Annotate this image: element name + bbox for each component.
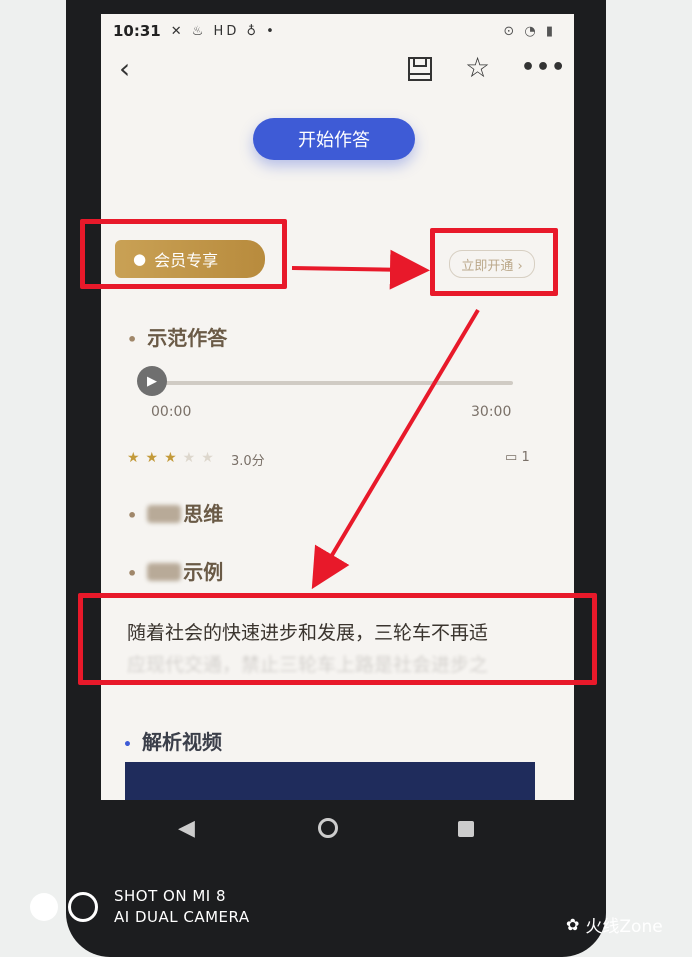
section-demo-answer: • 示范作答: [127, 322, 227, 351]
analysis-video-thumbnail[interactable]: [125, 762, 535, 800]
nav-recents-icon[interactable]: [458, 821, 474, 837]
section-thinking-label: 思维: [183, 502, 224, 526]
section-example: • 示例: [127, 556, 223, 585]
save-icon[interactable]: [407, 56, 433, 82]
nav-back-icon[interactable]: ◀: [178, 816, 195, 841]
status-notification-icons: ✕ ♨ HD ♁ •: [170, 23, 277, 39]
camera-watermark-text: SHOT ON MI 8 AI DUAL CAMERA: [114, 886, 250, 928]
blurred-text: [147, 563, 182, 581]
annotation-box-open-button: [430, 228, 558, 296]
blurred-text: [147, 505, 182, 523]
more-options-icon[interactable]: •••: [521, 54, 566, 82]
section-demo-answer-label: 示范作答: [147, 326, 228, 350]
audio-progress-bar[interactable]: [161, 381, 513, 385]
star-icon: ★★★: [127, 450, 183, 466]
annotation-box-answer-text: [78, 593, 597, 685]
back-icon[interactable]: ‹: [119, 54, 130, 84]
bullet-dot-icon: •: [127, 506, 138, 525]
section-analysis-video-label: 解析视频: [141, 730, 222, 754]
brand-watermark: ✿ 火线Zone: [566, 912, 663, 937]
play-icon[interactable]: ▶: [137, 366, 167, 396]
star-rating: ★★★★★: [127, 450, 220, 466]
nav-home-icon[interactable]: [318, 818, 338, 838]
camera-watermark: SHOT ON MI 8 AI DUAL CAMERA: [30, 886, 250, 928]
wechat-icon: ✿: [566, 915, 580, 934]
comment-icon: ▭: [505, 450, 518, 465]
section-example-label: 示例: [183, 560, 224, 584]
start-answer-button[interactable]: 开始作答: [253, 118, 415, 160]
watermark-line-1: SHOT ON MI 8: [114, 887, 227, 905]
watermark-line-2: AI DUAL CAMERA: [114, 908, 250, 926]
rating-score: 3.0分: [231, 454, 265, 469]
section-analysis-video: • 解析视频: [123, 726, 222, 755]
camera-logo-dot-icon: [30, 893, 58, 921]
status-bar: 10:31 ✕ ♨ HD ♁ • ⊙ ◔ ▮: [101, 14, 574, 48]
bullet-dot-icon: •: [127, 330, 138, 349]
annotation-box-vip-badge: [80, 219, 287, 289]
status-time: 10:31: [113, 22, 161, 40]
section-thinking: • 思维: [127, 498, 223, 527]
bullet-dot-icon: •: [123, 737, 132, 753]
comment-count[interactable]: ▭ 1: [505, 450, 530, 465]
player-total-time: 30:00: [471, 404, 512, 420]
android-nav-bar: ◀: [66, 800, 606, 862]
star-empty-icon: ★★: [182, 450, 220, 466]
camera-logo-ring-icon: [68, 892, 98, 922]
status-system-icons: ⊙ ◔ ▮: [503, 23, 556, 39]
favorite-star-icon[interactable]: ☆: [465, 52, 490, 84]
player-current-time: 00:00: [151, 404, 192, 420]
brand-label: 火线Zone: [585, 917, 663, 937]
comment-count-value: 1: [521, 450, 530, 465]
top-toolbar: ‹ ☆ •••: [101, 52, 574, 96]
bullet-dot-icon: •: [127, 564, 138, 583]
